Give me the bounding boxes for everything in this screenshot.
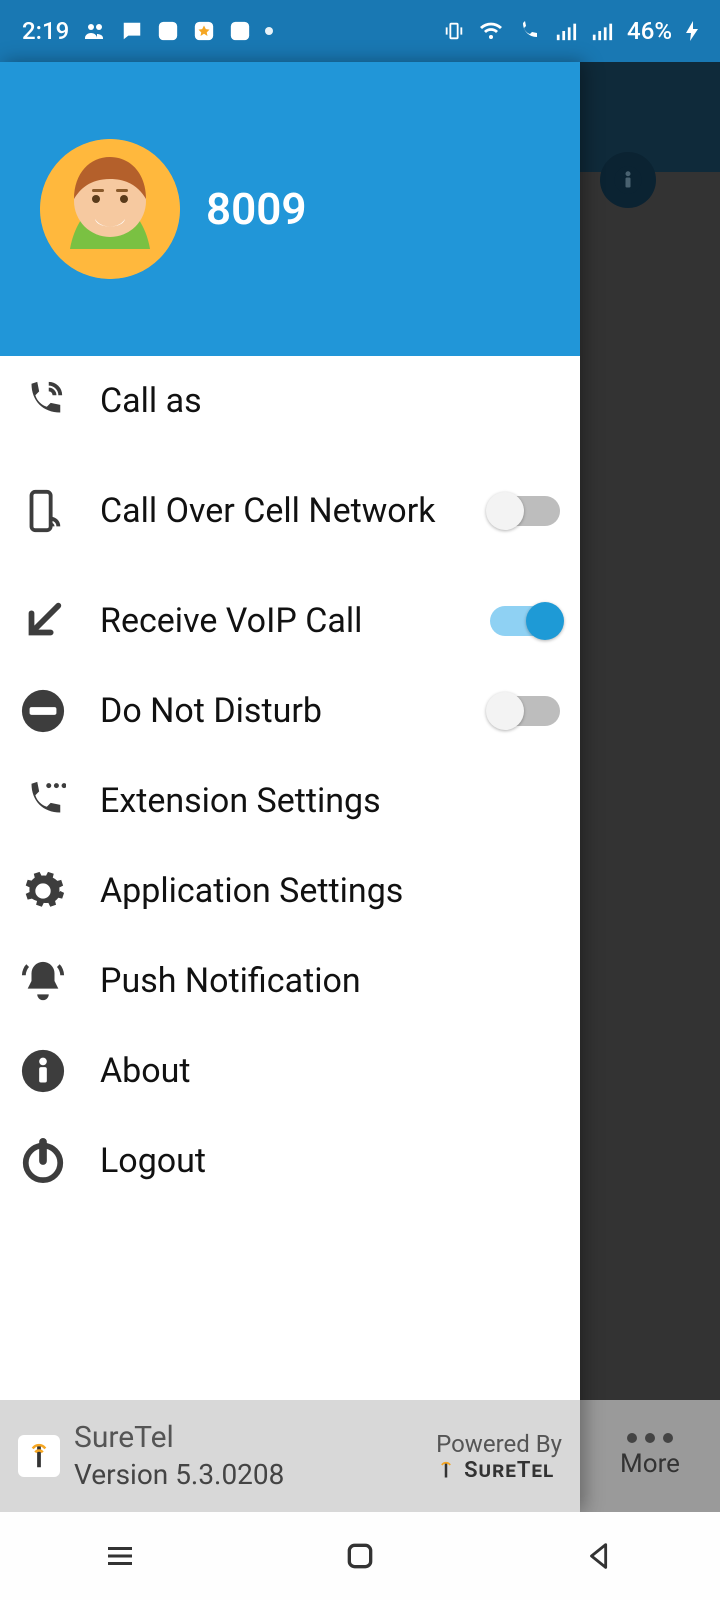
menu-receive-voip[interactable]: Receive VoIP Call	[0, 576, 580, 666]
menu-label: Application Settings	[100, 870, 560, 913]
bell-icon	[20, 958, 66, 1004]
powered-by-label: Powered By	[436, 1430, 562, 1458]
vowifi-icon	[517, 19, 541, 43]
status-left: 2:19	[22, 17, 273, 45]
signal-icon-1	[555, 20, 577, 42]
chat-icon	[121, 20, 143, 42]
brand-icon	[436, 1460, 456, 1480]
incoming-arrow-icon	[20, 598, 66, 644]
tab-more[interactable]: More	[580, 1400, 720, 1512]
phone-cell-icon	[20, 488, 66, 534]
gear-icon	[20, 868, 66, 914]
tab-more-label: More	[620, 1449, 680, 1479]
phone-settings-icon	[20, 778, 66, 824]
menu-label: Call as	[100, 380, 560, 423]
drawer-body: Call as Call Over Cell Network Receive V…	[0, 356, 580, 1400]
status-dot-icon	[265, 27, 273, 35]
footer-text: SureTel Version 5.3.0208	[74, 1418, 284, 1493]
nav-home[interactable]	[338, 1534, 382, 1578]
menu-dnd[interactable]: Do Not Disturb	[0, 666, 580, 756]
drawer-header: 8009	[0, 62, 580, 356]
menu-push-notification[interactable]: Push Notification	[0, 936, 580, 1026]
nav-back[interactable]	[578, 1534, 622, 1578]
menu-label: About	[100, 1050, 560, 1093]
menu-call-over-cell[interactable]: Call Over Cell Network	[0, 446, 580, 576]
app-logo-icon	[18, 1435, 60, 1477]
app-icon-3	[229, 20, 251, 42]
menu-about[interactable]: About	[0, 1026, 580, 1116]
nav-drawer: 8009 Call as Call Over Cell Network Rece…	[0, 62, 580, 1512]
signal-icon-2	[591, 20, 613, 42]
brand-text: SureTel	[464, 1458, 554, 1483]
menu-label: Extension Settings	[100, 780, 560, 823]
footer-brand: SureTel	[436, 1458, 562, 1483]
wifi-icon	[479, 19, 503, 43]
app-icon-2	[193, 20, 215, 42]
info-fab[interactable]	[600, 152, 656, 208]
menu-label: Push Notification	[100, 960, 560, 1003]
menu-call-as[interactable]: Call as	[0, 356, 580, 446]
power-icon	[20, 1138, 66, 1184]
toggle-call-over-cell[interactable]	[490, 496, 560, 526]
toggle-dnd[interactable]	[490, 696, 560, 726]
drawer-username: 8009	[206, 183, 307, 235]
status-bar: 2:19 46%	[0, 0, 720, 62]
status-time: 2:19	[22, 17, 69, 45]
system-navbar	[0, 1512, 720, 1600]
menu-extension-settings[interactable]: Extension Settings	[0, 756, 580, 846]
more-dots-icon	[627, 1433, 673, 1443]
people-icon	[83, 19, 107, 43]
avatar[interactable]	[40, 139, 180, 279]
status-right: 46%	[443, 17, 698, 45]
info-icon	[20, 1048, 66, 1094]
menu-label: Do Not Disturb	[100, 690, 456, 733]
app-icon-1	[157, 20, 179, 42]
nav-recents[interactable]	[98, 1534, 142, 1578]
phone-active-icon	[20, 378, 66, 424]
menu-label: Call Over Cell Network	[100, 490, 456, 533]
menu-app-settings[interactable]: Application Settings	[0, 846, 580, 936]
battery-text: 46%	[627, 17, 672, 45]
menu-logout[interactable]: Logout	[0, 1116, 580, 1206]
dnd-icon	[20, 688, 66, 734]
footer-version: Version 5.3.0208	[74, 1457, 284, 1493]
vibrate-icon	[443, 20, 465, 42]
menu-label: Receive VoIP Call	[100, 600, 456, 643]
toggle-receive-voip[interactable]	[490, 606, 560, 636]
drawer-footer: SureTel Version 5.3.0208 Powered By Sure…	[0, 1400, 580, 1512]
menu-label: Logout	[100, 1140, 560, 1183]
footer-appname: SureTel	[74, 1418, 284, 1457]
charging-icon	[686, 21, 698, 41]
footer-powered: Powered By SureTel	[436, 1430, 562, 1483]
